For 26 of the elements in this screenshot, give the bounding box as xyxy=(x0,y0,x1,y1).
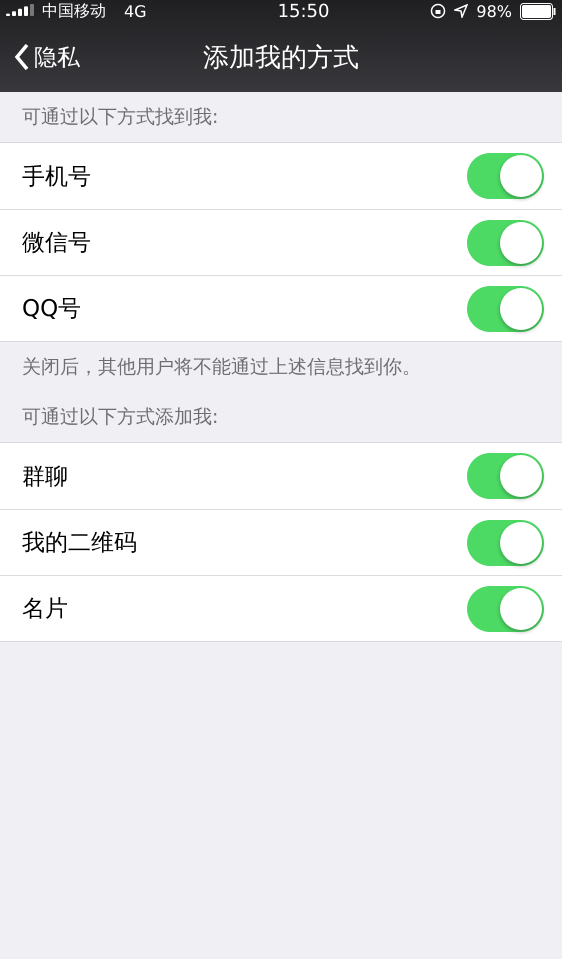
section-header: 可通过以下方式找到我: xyxy=(21,105,220,130)
toggle-switch[interactable] xyxy=(467,286,544,332)
battery-percent: 98% xyxy=(476,2,512,20)
setting-label: 名片 xyxy=(22,595,68,624)
screen-title: 添加我的方式 xyxy=(203,42,359,74)
battery-icon xyxy=(520,2,556,20)
rotation-lock-icon xyxy=(430,3,446,19)
setting-label: 群聊 xyxy=(22,462,68,492)
toggle-switch[interactable] xyxy=(467,520,544,566)
setting-label: 微信号 xyxy=(22,229,91,258)
back-button[interactable]: 隐私 xyxy=(0,42,80,72)
network-type: 4G xyxy=(124,2,147,20)
setting-label: 我的二维码 xyxy=(22,529,137,558)
section-header: 可通过以下方式添加我: xyxy=(21,405,220,430)
toggle-switch[interactable] xyxy=(467,153,544,199)
section-footer: 关闭后，其他用户将不能通过上述信息找到你。 xyxy=(0,342,562,392)
carrier: 中国移动 xyxy=(42,0,106,22)
setting-label: 手机号 xyxy=(22,162,91,192)
location-arrow-icon xyxy=(454,4,468,18)
toggle-switch[interactable] xyxy=(467,453,544,499)
toggle-switch[interactable] xyxy=(467,586,544,632)
clock: 15:50 xyxy=(276,0,330,22)
signal-icon xyxy=(6,4,34,18)
toggle-switch[interactable] xyxy=(467,220,544,266)
setting-label: QQ号 xyxy=(22,295,82,324)
chevron-left-icon xyxy=(14,43,30,71)
